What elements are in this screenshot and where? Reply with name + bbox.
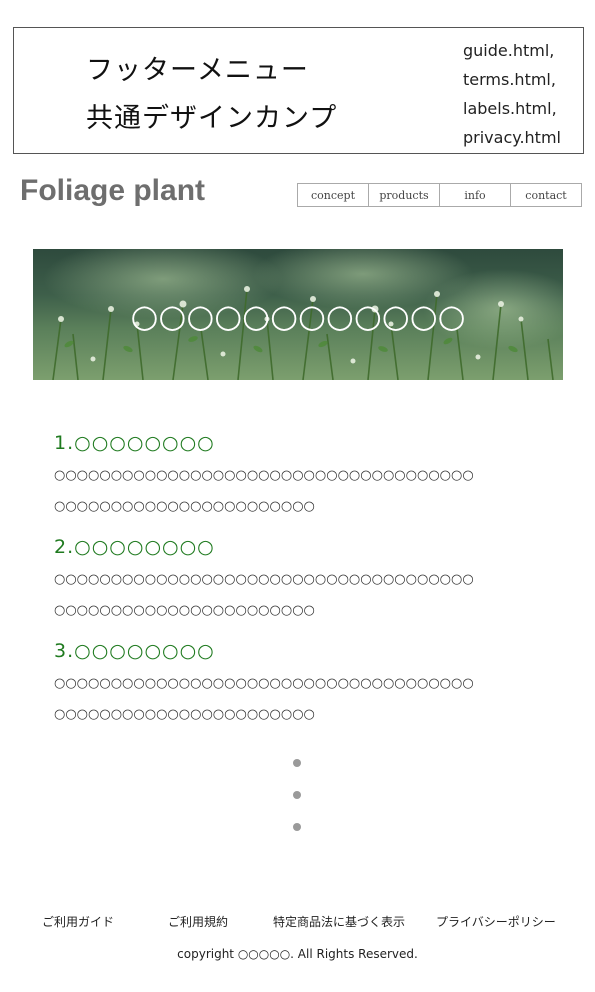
ellipsis-dot — [293, 759, 301, 767]
content-section-3: 3.○○○○○○○○ ○○○○○○○○○○○○○○○○○○○○○○○○○○○○○… — [54, 640, 554, 730]
footer-menu: ご利用ガイド ご利用規約 特定商品法に基づく表示 プライバシーポリシー — [0, 913, 595, 931]
global-nav: concept products info contact — [297, 183, 582, 207]
nav-info[interactable]: info — [439, 184, 510, 206]
content-section-2: 2.○○○○○○○○ ○○○○○○○○○○○○○○○○○○○○○○○○○○○○○… — [54, 536, 554, 626]
hero-banner: ○○○○○○○○○○○○ — [33, 249, 563, 380]
section-text-line: ○○○○○○○○○○○○○○○○○○○○○○○○○○○○○○○○○○○○○ — [54, 572, 474, 587]
comp-title-line1: フッターメニュー — [86, 55, 309, 86]
comp-file-list: guide.html, terms.html, labels.html, pri… — [463, 36, 581, 152]
site-logo[interactable]: Foliage plant — [20, 174, 205, 208]
nav-products[interactable]: products — [368, 184, 439, 206]
section-body: ○○○○○○○○○○○○○○○○○○○○○○○○○○○○○○○○○○○○○ ○○… — [54, 564, 554, 626]
file-terms: terms.html, — [463, 70, 556, 89]
ellipsis-dot — [293, 823, 301, 831]
file-guide: guide.html, — [463, 41, 555, 60]
footer-link-guide[interactable]: ご利用ガイド — [42, 913, 114, 930]
section-text-line: ○○○○○○○○○○○○○○○○○○○○○○○○○○○○○○○○○○○○○ — [54, 676, 474, 691]
section-body: ○○○○○○○○○○○○○○○○○○○○○○○○○○○○○○○○○○○○○ ○○… — [54, 668, 554, 730]
section-text-line: ○○○○○○○○○○○○○○○○○○○○○○○ — [54, 603, 315, 618]
section-body: ○○○○○○○○○○○○○○○○○○○○○○○○○○○○○○○○○○○○○ ○○… — [54, 460, 554, 522]
section-text-line: ○○○○○○○○○○○○○○○○○○○○○○○○○○○○○○○○○○○○○ — [54, 468, 474, 483]
footer-link-privacy[interactable]: プライバシーポリシー — [436, 913, 556, 930]
section-text-line: ○○○○○○○○○○○○○○○○○○○○○○○ — [54, 707, 315, 722]
hero-heading: ○○○○○○○○○○○○ — [130, 297, 466, 335]
copyright-text: copyright ○○○○○. All Rights Reserved. — [177, 947, 418, 961]
section-text-line: ○○○○○○○○○○○○○○○○○○○○○○○ — [54, 499, 315, 514]
nav-contact[interactable]: contact — [510, 184, 581, 206]
design-comp-header-box: フッターメニュー 共通デザインカンプ guide.html, terms.htm… — [13, 27, 584, 154]
footer-link-terms[interactable]: ご利用規約 — [168, 913, 228, 930]
content-section-1: 1.○○○○○○○○ ○○○○○○○○○○○○○○○○○○○○○○○○○○○○○… — [54, 432, 554, 522]
ellipsis-dot — [293, 791, 301, 799]
section-title: 2.○○○○○○○○ — [54, 536, 215, 558]
comp-title-line2: 共通デザインカンプ — [86, 103, 338, 134]
footer-link-labels[interactable]: 特定商品法に基づく表示 — [273, 913, 405, 930]
file-labels: labels.html, — [463, 99, 557, 118]
section-title: 3.○○○○○○○○ — [54, 640, 215, 662]
section-title: 1.○○○○○○○○ — [54, 432, 215, 454]
file-privacy: privacy.html — [463, 128, 561, 147]
nav-concept[interactable]: concept — [298, 184, 368, 206]
